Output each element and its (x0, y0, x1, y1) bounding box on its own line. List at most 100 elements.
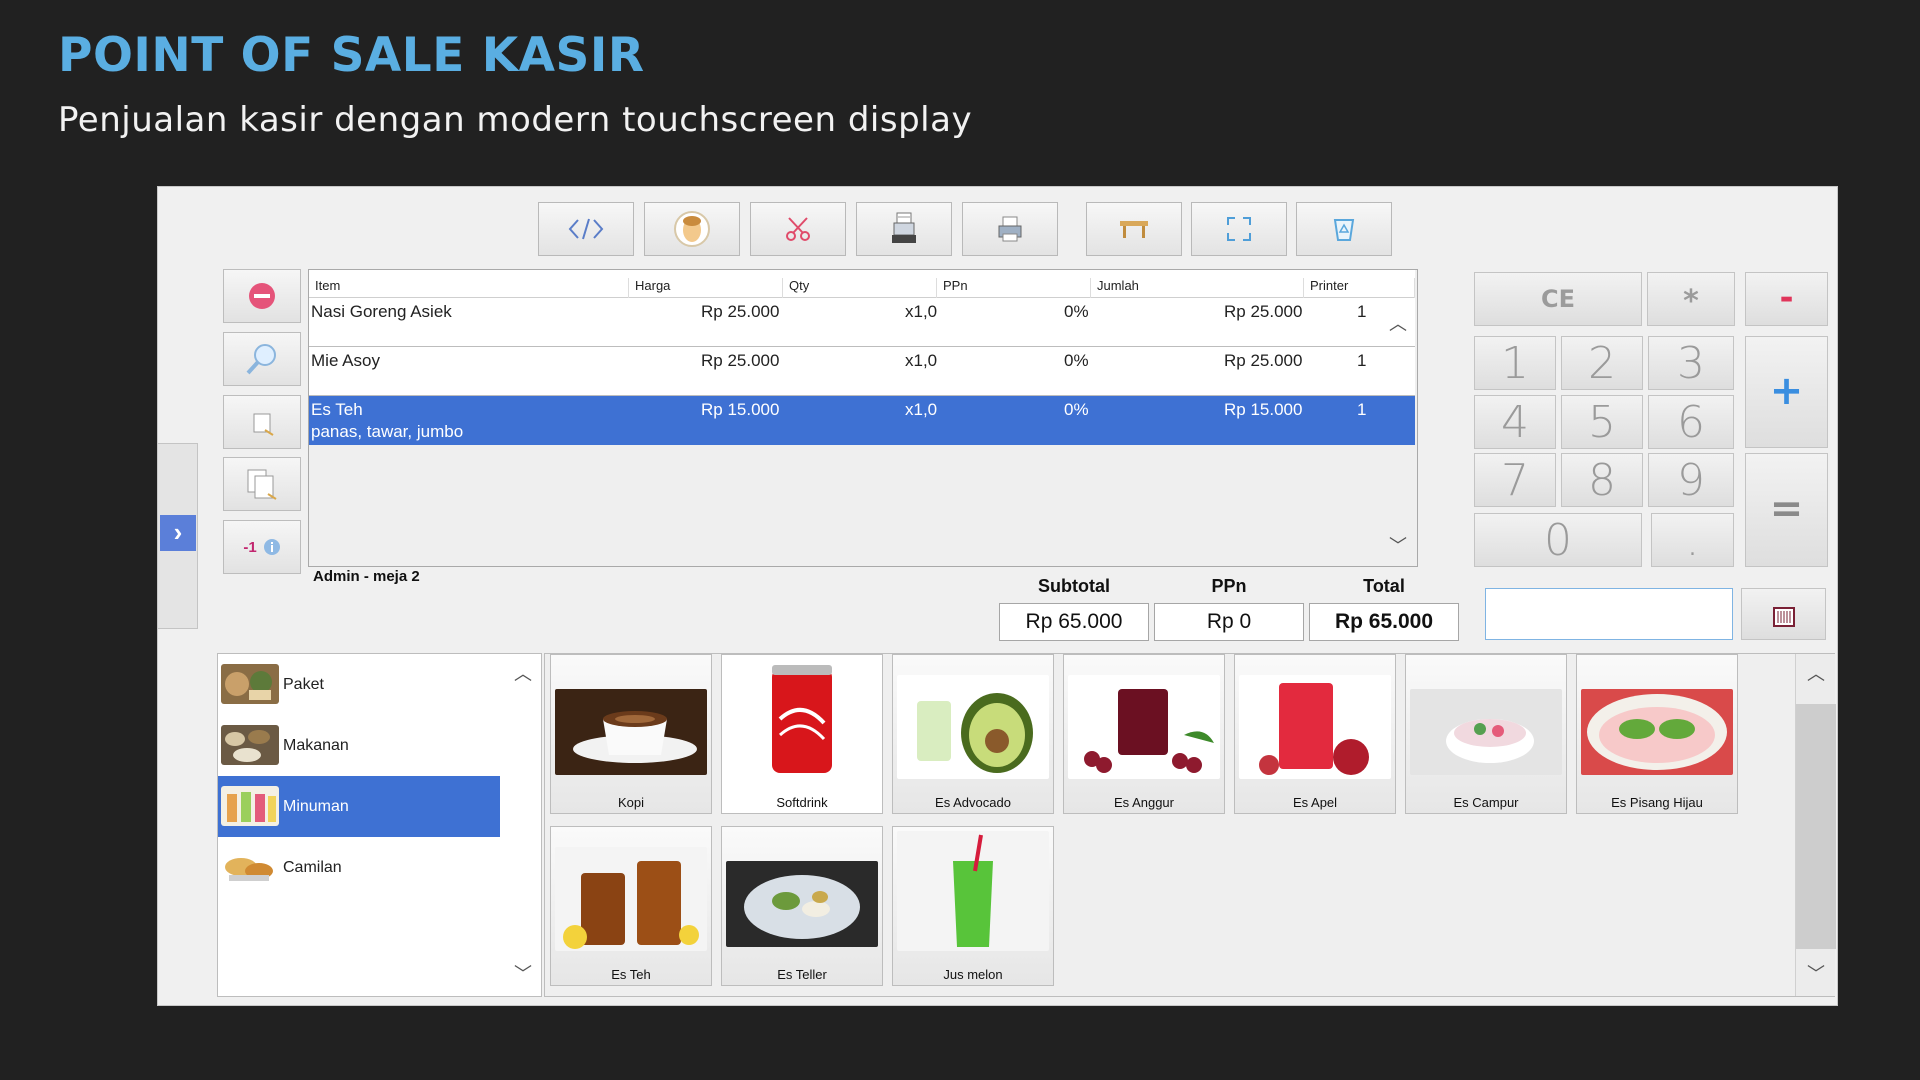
category-paket[interactable]: Paket (218, 654, 500, 715)
product-es-pisang-hijau[interactable]: Es Pisang Hijau (1576, 654, 1738, 814)
table-icon (1120, 221, 1148, 238)
cash-register-icon (892, 212, 916, 243)
key-4[interactable]: 4 (1474, 395, 1556, 449)
subtotal-value: Rp 65.000 (999, 603, 1149, 641)
key-star[interactable]: * (1647, 272, 1735, 326)
total-value: Rp 65.000 (1309, 603, 1459, 641)
barcode-button[interactable] (1741, 588, 1826, 640)
es-anggur-image (1068, 675, 1220, 779)
ppn-value: Rp 0 (1154, 603, 1304, 641)
product-name: Es Apel (1292, 795, 1338, 810)
product-es-teh[interactable]: Es Teh (550, 826, 712, 986)
product-kopi[interactable]: Kopi (550, 654, 712, 814)
search-button[interactable] (223, 332, 301, 386)
paket-thumbnail (221, 664, 279, 704)
key-0[interactable]: 0 (1474, 513, 1642, 567)
table-button[interactable] (1086, 202, 1182, 256)
split-bill-button[interactable] (750, 202, 846, 256)
copy-item-button[interactable] (223, 457, 301, 511)
product-es-apel[interactable]: Es Apel (1234, 654, 1396, 814)
amount-input[interactable] (1485, 588, 1733, 640)
fullscreen-button[interactable] (1191, 202, 1287, 256)
product-name: Kopi (617, 795, 645, 810)
category-label: Makanan (283, 737, 349, 754)
key-3[interactable]: 3 (1648, 336, 1734, 390)
key-9[interactable]: 9 (1648, 453, 1734, 507)
camilan-thumbnail (221, 847, 279, 887)
product-softdrink[interactable]: Softdrink (721, 654, 883, 814)
product-jus-melon[interactable]: Jus melon (892, 826, 1054, 986)
code-view-button[interactable] (538, 202, 634, 256)
key-dot[interactable]: . (1651, 513, 1734, 567)
col-jumlah-header[interactable]: Jumlah (1091, 278, 1304, 298)
col-harga-header[interactable]: Harga (629, 278, 783, 298)
key-plus[interactable]: + (1745, 336, 1828, 448)
search-icon (246, 344, 276, 375)
col-qty-header[interactable]: Qty (783, 278, 937, 298)
code-icon (568, 218, 604, 240)
table-row[interactable]: Nasi Goreng Asiek Rp 25.000 x1,0 0% Rp 2… (309, 298, 1415, 347)
kopi-image (555, 689, 707, 775)
row-printer: 1 (1357, 351, 1367, 370)
grid-scroll-up-icon[interactable]: ︿ (1389, 310, 1407, 336)
key-ce[interactable]: CE (1474, 272, 1642, 326)
col-printer-header[interactable]: Printer (1304, 278, 1415, 298)
order-grid: Item Harga Qty PPn Jumlah Printer Nasi G… (308, 269, 1418, 567)
category-label: Minuman (283, 798, 349, 815)
face-icon (674, 211, 710, 247)
key-5[interactable]: 5 (1561, 395, 1643, 449)
product-name: Es Advocado (935, 795, 1011, 810)
row-harga: Rp 25.000 (701, 351, 780, 370)
product-name: Es Anggur (1114, 795, 1174, 810)
category-scroll-down-icon[interactable]: ﹀ (514, 960, 532, 986)
table-row[interactable]: Mie Asoy Rp 25.000 x1,0 0% Rp 25.000 1 (309, 347, 1415, 396)
product-es-advocado[interactable]: Es Advocado (892, 654, 1054, 814)
customer-button[interactable] (644, 202, 740, 256)
category-scroll-up-icon[interactable]: ︿ (514, 660, 532, 686)
row-ppn: 0% (1064, 351, 1089, 370)
es-pisang-hijau-image (1581, 689, 1733, 775)
key-2[interactable]: 2 (1561, 336, 1643, 390)
product-es-anggur[interactable]: Es Anggur (1063, 654, 1225, 814)
key-minus[interactable]: - (1745, 272, 1828, 326)
product-scroll-up-icon[interactable]: ︿ (1807, 660, 1825, 686)
product-scroll-down-icon[interactable]: ﹀ (1807, 960, 1825, 986)
col-item-header[interactable]: Item (309, 278, 629, 298)
remove-icon (249, 283, 275, 309)
makanan-thumbnail (221, 725, 279, 765)
cash-register-button[interactable] (856, 202, 952, 256)
jus-melon-image (897, 831, 1049, 951)
grid-scroll-down-icon[interactable]: ﹀ (1389, 532, 1407, 558)
product-es-teller[interactable]: Es Teller (721, 826, 883, 986)
edit-note-button[interactable] (223, 395, 301, 449)
product-name: Jus melon (943, 967, 1003, 982)
edit-note-icon (253, 413, 274, 436)
category-minuman-selected[interactable]: Minuman (218, 776, 500, 837)
es-campur-image (1410, 689, 1562, 775)
printer-icon (998, 216, 1022, 242)
key-1[interactable]: 1 (1474, 336, 1556, 390)
expand-arrow-icon[interactable]: › (160, 515, 196, 551)
key-8[interactable]: 8 (1561, 453, 1643, 507)
recycle-bin-button[interactable] (1296, 202, 1392, 256)
product-scrollbar[interactable]: ︿ ﹀ (1795, 654, 1836, 996)
product-scroll-thumb[interactable] (1796, 704, 1836, 949)
info-icon (263, 539, 280, 555)
product-grid: Kopi Softdrink Es Advocado Es Anggur Es … (544, 653, 1836, 997)
row-jumlah: Rp 25.000 (1224, 302, 1303, 321)
product-name: Es Campur (1453, 795, 1519, 810)
print-button[interactable] (962, 202, 1058, 256)
key-equals[interactable]: = (1745, 453, 1828, 567)
row-jumlah: Rp 15.000 (1224, 400, 1303, 419)
table-row-selected[interactable]: Es Teh panas, tawar, jumbo Rp 15.000 x1,… (309, 396, 1415, 445)
scissors-icon (786, 217, 810, 241)
category-makanan[interactable]: Makanan (218, 715, 500, 776)
remove-item-button[interactable] (223, 269, 301, 323)
product-es-campur[interactable]: Es Campur (1405, 654, 1567, 814)
key-6[interactable]: 6 (1648, 395, 1734, 449)
decrement-qty-button[interactable]: -1 (223, 520, 301, 574)
product-name: Es Teh (611, 967, 651, 982)
key-7[interactable]: 7 (1474, 453, 1556, 507)
category-camilan[interactable]: Camilan (218, 837, 500, 898)
col-ppn-header[interactable]: PPn (937, 278, 1091, 298)
